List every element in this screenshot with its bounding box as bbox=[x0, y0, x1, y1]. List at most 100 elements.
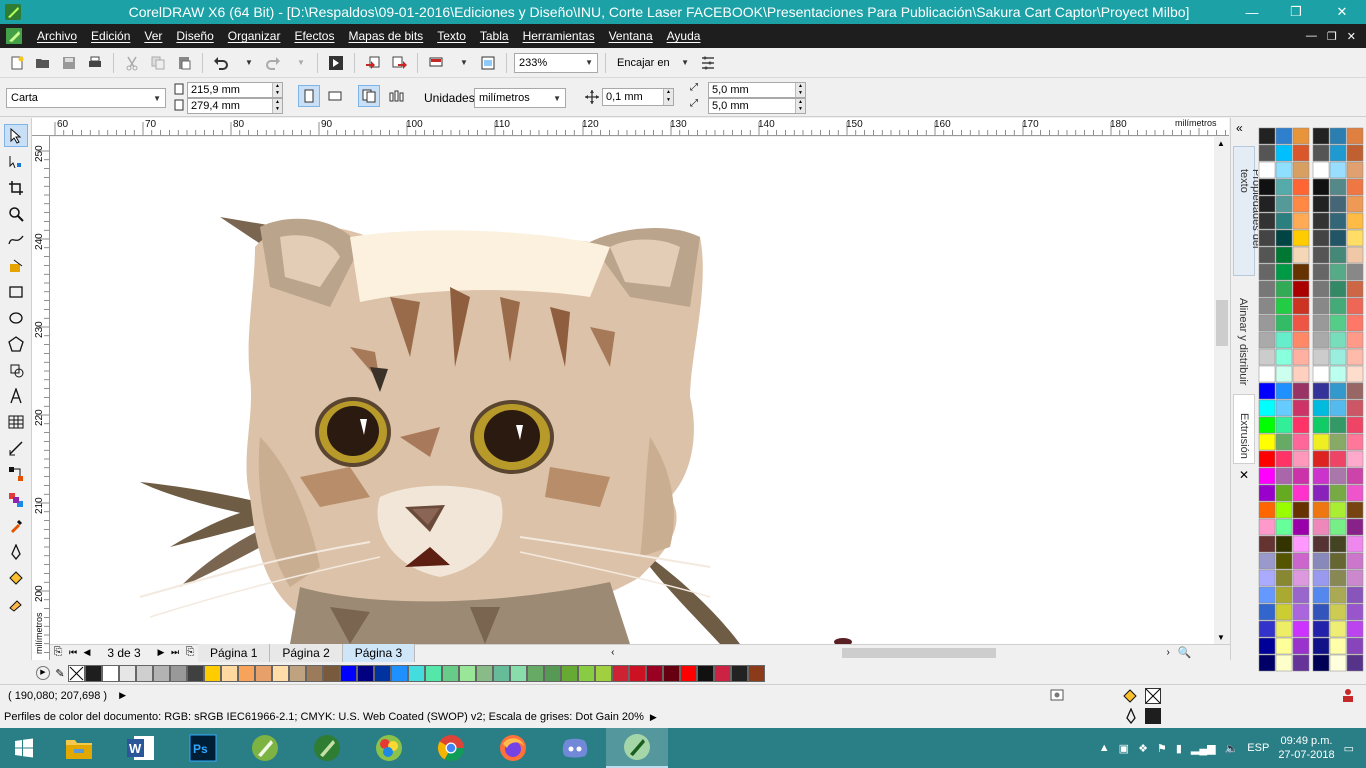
color-swatch[interactable] bbox=[1346, 331, 1364, 349]
volume-icon[interactable]: 🔈 bbox=[1225, 742, 1239, 755]
color-swatch[interactable] bbox=[1346, 297, 1364, 315]
color-swatch[interactable] bbox=[1275, 399, 1293, 417]
palette-color-swatch[interactable] bbox=[102, 664, 119, 682]
page-preset-select[interactable]: Carta ▼ bbox=[6, 88, 166, 108]
color-swatch[interactable] bbox=[1275, 484, 1293, 502]
palette-color-swatch[interactable] bbox=[425, 664, 442, 682]
menu-ventana[interactable]: Ventana bbox=[602, 29, 660, 43]
color-swatch[interactable] bbox=[1275, 195, 1293, 213]
color-swatch[interactable] bbox=[1312, 246, 1330, 264]
color-swatch[interactable] bbox=[1292, 450, 1310, 468]
color-swatch[interactable] bbox=[1275, 569, 1293, 587]
new-document-icon[interactable] bbox=[6, 52, 28, 74]
color-swatch[interactable] bbox=[1346, 501, 1364, 519]
color-swatch[interactable] bbox=[1312, 637, 1330, 655]
color-swatch[interactable] bbox=[1346, 348, 1364, 366]
cut-icon[interactable] bbox=[121, 52, 143, 74]
color-swatch[interactable] bbox=[1258, 331, 1276, 349]
color-swatch[interactable] bbox=[1258, 620, 1276, 638]
import-icon[interactable] bbox=[362, 52, 384, 74]
horizontal-scrollbar[interactable] bbox=[620, 646, 1166, 660]
palette-color-swatch[interactable] bbox=[595, 664, 612, 682]
color-swatch[interactable] bbox=[1258, 127, 1276, 145]
color-swatch[interactable] bbox=[1275, 365, 1293, 383]
palette-color-swatch[interactable] bbox=[374, 664, 391, 682]
application-launcher-icon[interactable] bbox=[425, 52, 447, 74]
tray-app-icon[interactable]: ▣ bbox=[1119, 742, 1129, 755]
color-swatch[interactable] bbox=[1292, 127, 1310, 145]
color-swatch[interactable] bbox=[1275, 654, 1293, 672]
color-swatch[interactable] bbox=[1312, 365, 1330, 383]
color-swatch[interactable] bbox=[1346, 569, 1364, 587]
palette-color-swatch[interactable] bbox=[408, 664, 425, 682]
paste-icon[interactable] bbox=[173, 52, 195, 74]
color-swatch[interactable] bbox=[1312, 280, 1330, 298]
color-swatch[interactable] bbox=[1312, 620, 1330, 638]
color-swatch[interactable] bbox=[1346, 552, 1364, 570]
color-swatch[interactable] bbox=[1329, 263, 1347, 281]
color-swatch[interactable] bbox=[1329, 246, 1347, 264]
color-swatch[interactable] bbox=[1292, 552, 1310, 570]
snap-status-icon[interactable] bbox=[1050, 688, 1064, 705]
color-swatch[interactable] bbox=[1329, 586, 1347, 604]
save-icon[interactable] bbox=[58, 52, 80, 74]
palette-color-swatch[interactable] bbox=[544, 664, 561, 682]
menu-edicion[interactable]: Edición bbox=[84, 29, 137, 43]
palette-color-swatch[interactable] bbox=[119, 664, 136, 682]
color-swatch[interactable] bbox=[1258, 467, 1276, 485]
color-swatch[interactable] bbox=[1275, 246, 1293, 264]
color-swatch[interactable] bbox=[1275, 637, 1293, 655]
color-swatch[interactable] bbox=[1275, 314, 1293, 332]
table-tool-icon[interactable] bbox=[4, 410, 28, 433]
color-swatch[interactable] bbox=[1346, 246, 1364, 264]
menu-ayuda[interactable]: Ayuda bbox=[660, 29, 708, 43]
snap-to-dropdown[interactable]: Encajar en ▼ bbox=[613, 53, 693, 73]
color-swatch[interactable] bbox=[1292, 603, 1310, 621]
color-swatch[interactable] bbox=[1275, 280, 1293, 298]
close-button[interactable]: ✕ bbox=[1318, 0, 1366, 24]
color-swatch[interactable] bbox=[1346, 212, 1364, 230]
color-swatch[interactable] bbox=[1312, 450, 1330, 468]
color-swatch[interactable] bbox=[1312, 569, 1330, 587]
basic-shapes-tool-icon[interactable] bbox=[4, 358, 28, 381]
color-swatch[interactable] bbox=[1346, 467, 1364, 485]
color-swatch[interactable] bbox=[1346, 433, 1364, 451]
color-swatch[interactable] bbox=[1275, 144, 1293, 162]
color-swatch[interactable] bbox=[1292, 569, 1310, 587]
zoom-tool-icon[interactable] bbox=[4, 202, 28, 225]
chrome-icon[interactable] bbox=[420, 728, 482, 768]
color-swatch[interactable] bbox=[1329, 178, 1347, 196]
palette-color-swatch[interactable] bbox=[357, 664, 374, 682]
color-swatch[interactable] bbox=[1258, 450, 1276, 468]
color-swatch[interactable] bbox=[1329, 416, 1347, 434]
fill-status-icon[interactable] bbox=[1122, 688, 1138, 707]
horizontal-scroll-thumb[interactable] bbox=[842, 647, 997, 658]
user-account-icon[interactable] bbox=[1340, 687, 1356, 706]
palette-color-swatch[interactable] bbox=[272, 664, 289, 682]
color-swatch[interactable] bbox=[1346, 416, 1364, 434]
crop-tool-icon[interactable] bbox=[4, 176, 28, 199]
color-swatch[interactable] bbox=[1258, 314, 1276, 332]
color-swatch[interactable] bbox=[1275, 433, 1293, 451]
color-swatch[interactable] bbox=[1258, 195, 1276, 213]
eyedropper-tool-icon[interactable] bbox=[4, 514, 28, 537]
palette-color-swatch[interactable] bbox=[187, 664, 204, 682]
dimension-tool-icon[interactable] bbox=[4, 436, 28, 459]
outline-pen-status-icon[interactable] bbox=[1124, 707, 1138, 727]
freehand-tool-icon[interactable] bbox=[4, 228, 28, 251]
text-tool-icon[interactable] bbox=[4, 384, 28, 407]
minimize-button[interactable]: — bbox=[1230, 0, 1274, 24]
color-swatch[interactable] bbox=[1258, 552, 1276, 570]
first-page-icon[interactable]: ⏮ bbox=[66, 647, 80, 658]
color-swatch[interactable] bbox=[1312, 263, 1330, 281]
palette-color-swatch[interactable] bbox=[85, 664, 102, 682]
network-icon[interactable]: ▂▄▆ bbox=[1191, 742, 1216, 755]
redo-icon[interactable] bbox=[262, 52, 284, 74]
color-swatch[interactable] bbox=[1292, 195, 1310, 213]
color-swatch[interactable] bbox=[1346, 263, 1364, 281]
palette-color-swatch[interactable] bbox=[680, 664, 697, 682]
welcome-screen-icon[interactable] bbox=[477, 52, 499, 74]
color-swatch[interactable] bbox=[1258, 603, 1276, 621]
color-swatch[interactable] bbox=[1312, 484, 1330, 502]
scroll-down-icon[interactable]: ▼ bbox=[1217, 633, 1225, 642]
